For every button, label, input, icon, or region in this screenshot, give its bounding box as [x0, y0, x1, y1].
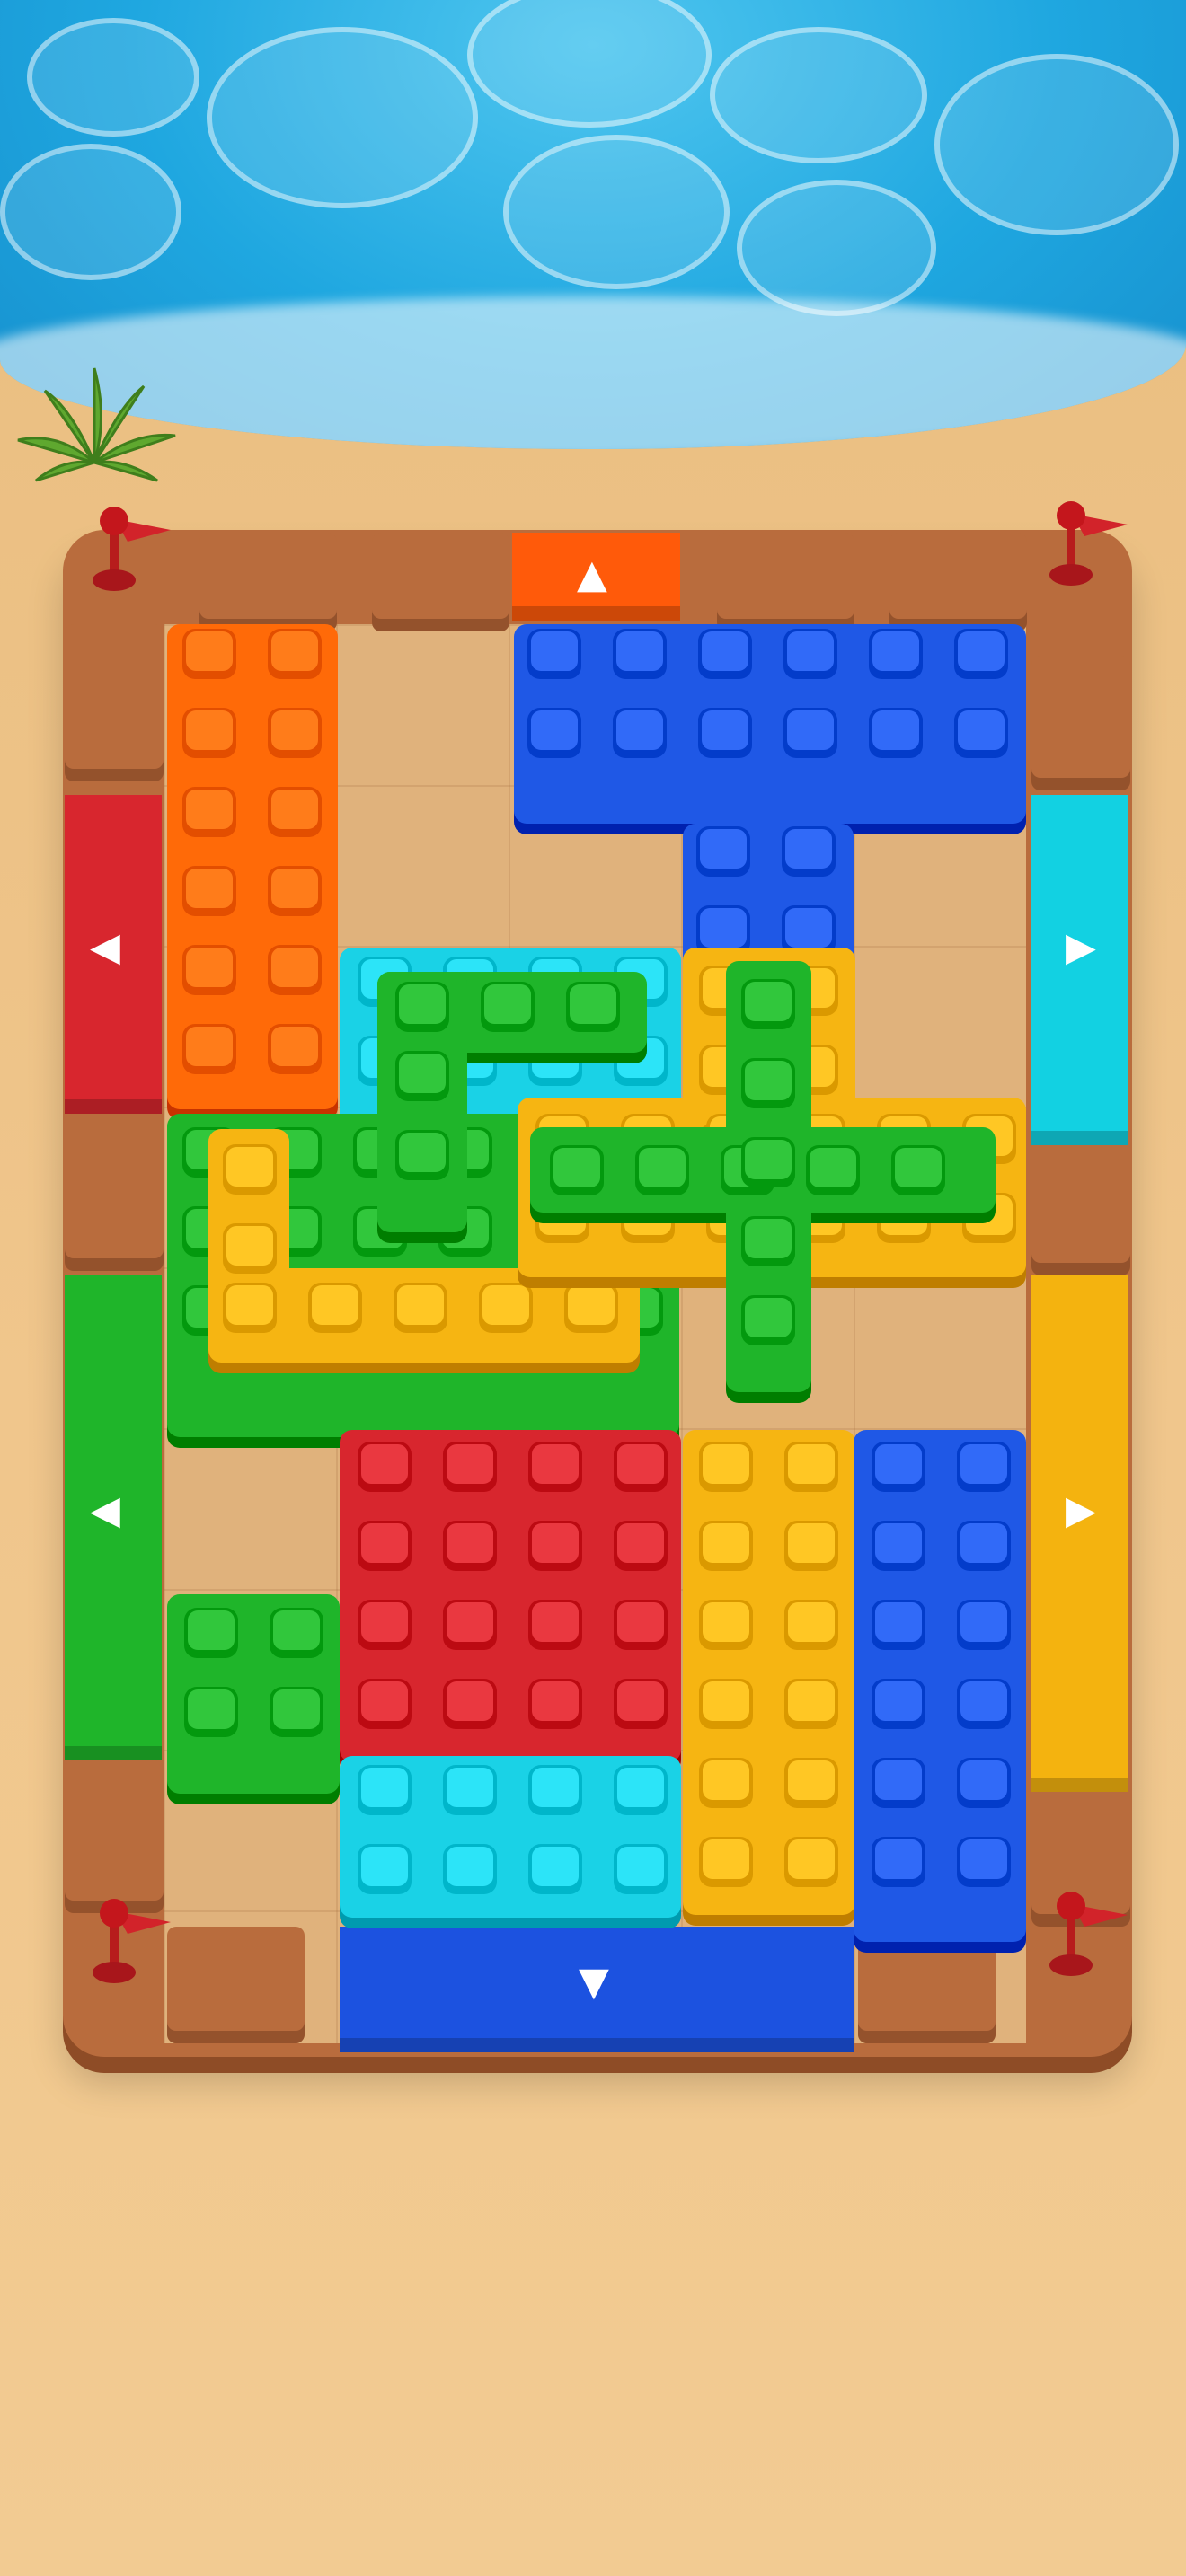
wall-brick [1031, 656, 1130, 790]
wall-brick [717, 533, 854, 631]
corner-flag-pin-icon [1049, 1892, 1128, 1976]
wall-brick [1031, 1141, 1130, 1275]
wall-brick [65, 1760, 164, 1913]
corner-flag-pin-icon [93, 507, 171, 591]
wall-brick [199, 533, 337, 631]
water-pebble [710, 27, 927, 163]
exit-gate-right-upper[interactable]: ▶ [1031, 795, 1128, 1145]
wall-brick [167, 1927, 305, 2043]
exit-gate-bottom[interactable]: ▼ [340, 1927, 854, 2052]
water-pebble [503, 135, 730, 289]
arrow-left-icon: ◀ [90, 1487, 120, 1533]
water-pebble [737, 180, 936, 316]
water-pebble [934, 54, 1179, 235]
water-pebble [467, 0, 712, 128]
game-board [164, 624, 1026, 2043]
exit-gate-left-upper[interactable]: ◀ [65, 795, 162, 1114]
arrow-up-icon: ▲ [577, 551, 607, 597]
wall-brick [65, 624, 164, 781]
exit-gate-left-lower[interactable]: ◀ [65, 1275, 162, 1760]
arrow-down-icon: ▼ [579, 1959, 609, 2005]
exit-gate-top[interactable]: ▲ [512, 533, 680, 621]
exit-gate-right-lower[interactable]: ▶ [1031, 1275, 1128, 1792]
palm-plant-icon [17, 367, 176, 482]
arrow-right-icon: ▶ [1066, 924, 1096, 970]
corner-flag-pin-icon [1049, 501, 1128, 586]
wall-brick [858, 1927, 996, 2043]
arrow-right-icon: ▶ [1066, 1487, 1096, 1533]
wall-brick [65, 1114, 164, 1271]
wall-brick [372, 533, 509, 631]
wall-brick [890, 533, 1027, 631]
arrow-left-icon: ◀ [90, 924, 120, 970]
water-pebble [27, 18, 199, 137]
water-pebble [207, 27, 478, 208]
water-pebble [0, 144, 181, 280]
corner-flag-pin-icon [93, 1899, 171, 1983]
